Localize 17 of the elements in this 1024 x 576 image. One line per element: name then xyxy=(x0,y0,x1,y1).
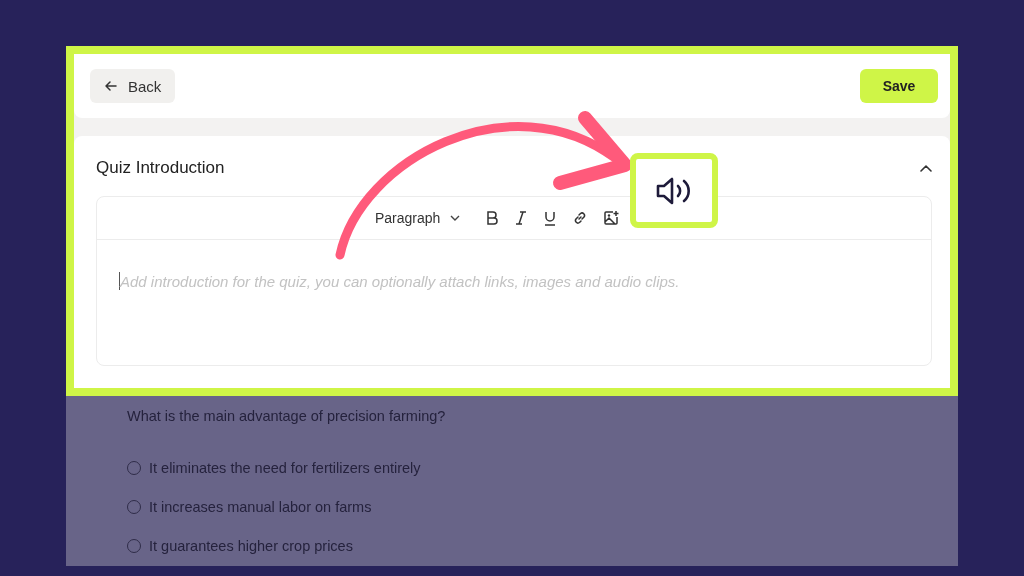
back-button[interactable]: Back xyxy=(90,69,176,103)
bold-icon[interactable] xyxy=(485,210,500,226)
caret-icon xyxy=(450,215,461,221)
section-title: Quiz Introduction xyxy=(96,158,225,178)
chevron-icon[interactable] xyxy=(920,164,932,172)
arrow-left-icon xyxy=(104,79,118,93)
option-label: It guarantees higher crop prices xyxy=(149,537,353,554)
save-button[interactable]: Save xyxy=(860,69,938,103)
underline-icon[interactable] xyxy=(543,210,558,226)
paragraph-dropdown[interactable]: Paragraph xyxy=(369,209,467,227)
option-label: It eliminates the need for fertilizers entirely xyxy=(149,459,421,476)
image-icon[interactable] xyxy=(603,210,620,226)
speaker-button[interactable] xyxy=(630,153,718,228)
question-text: What is the main advantage of precision farming? xyxy=(127,408,447,424)
italic-icon[interactable] xyxy=(514,210,529,226)
option-label: It increases manual labor on farms xyxy=(149,498,372,515)
speaker-icon xyxy=(656,175,692,206)
